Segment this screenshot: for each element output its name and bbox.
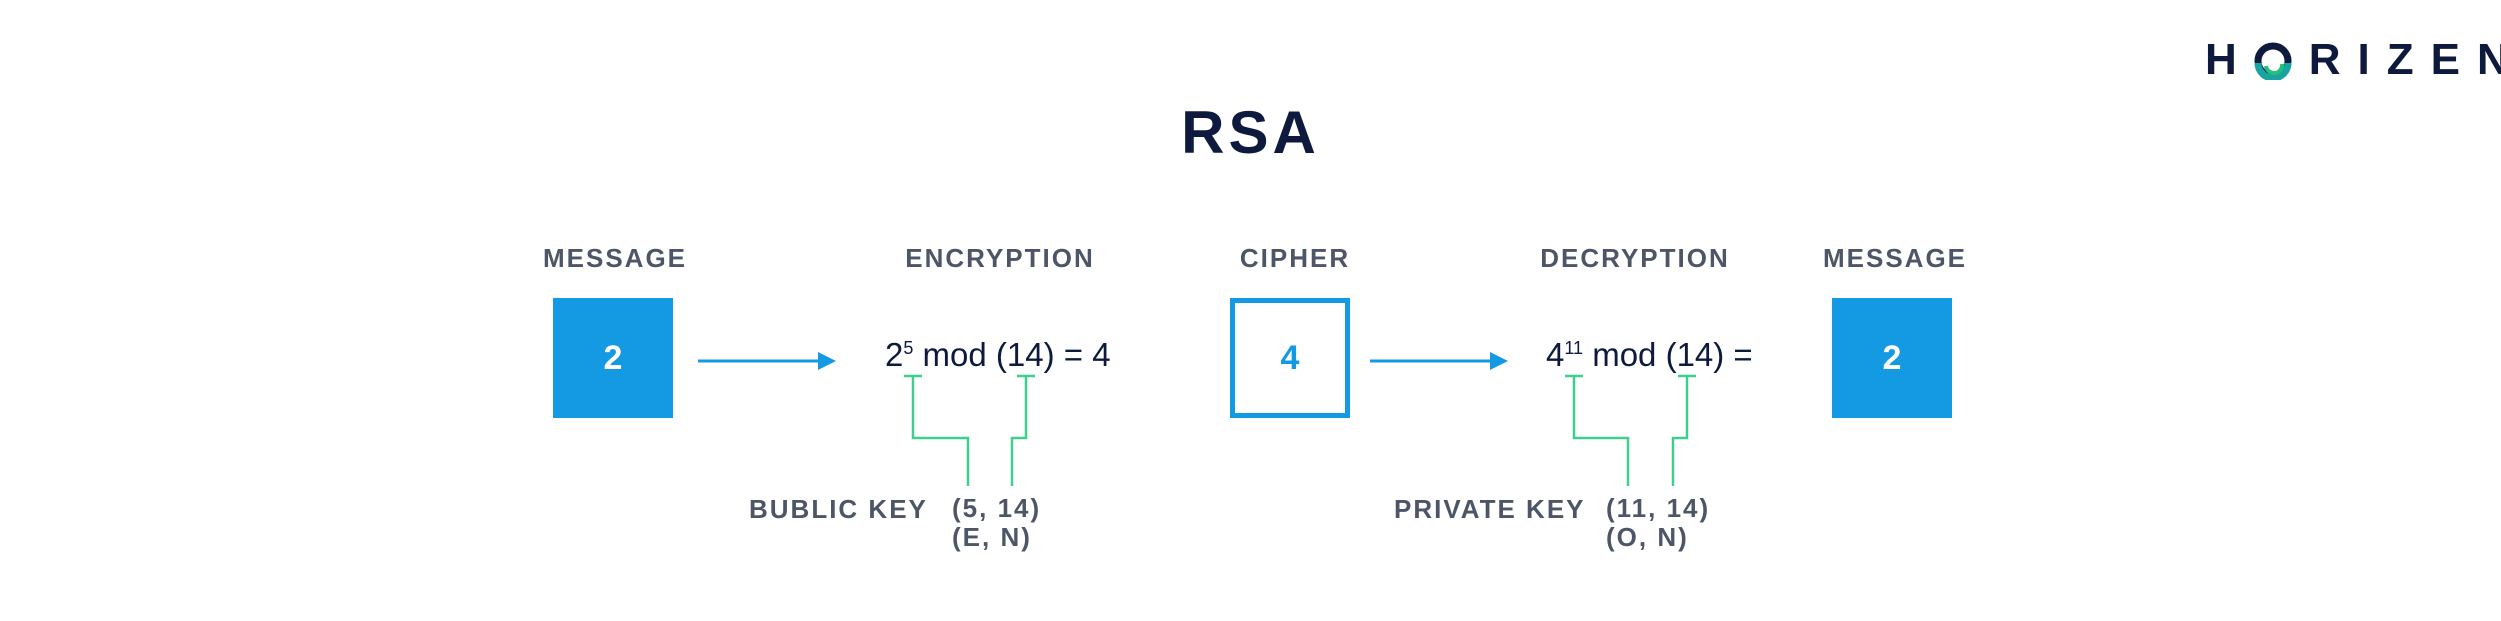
public-key-label: BUBLIC KEY [749, 494, 928, 524]
public-key-connector-n [1010, 374, 1035, 486]
arrow-message-to-encryption [698, 352, 836, 370]
private-key-values: (11, 14) [1606, 493, 1711, 523]
diagram-lines [698, 352, 1696, 486]
public-key-values: (5, 14) [952, 493, 1042, 523]
arrow-cipher-to-decryption [1370, 352, 1508, 370]
public-key-symbols: (E, N) [952, 522, 1032, 552]
private-key-connector-n [1671, 374, 1696, 486]
public-key-connector-e [904, 374, 970, 486]
private-key-connector-d [1565, 374, 1630, 486]
private-key-symbols: (O, N) [1606, 522, 1689, 552]
private-key-label: PRIVATE KEY [1394, 494, 1586, 524]
